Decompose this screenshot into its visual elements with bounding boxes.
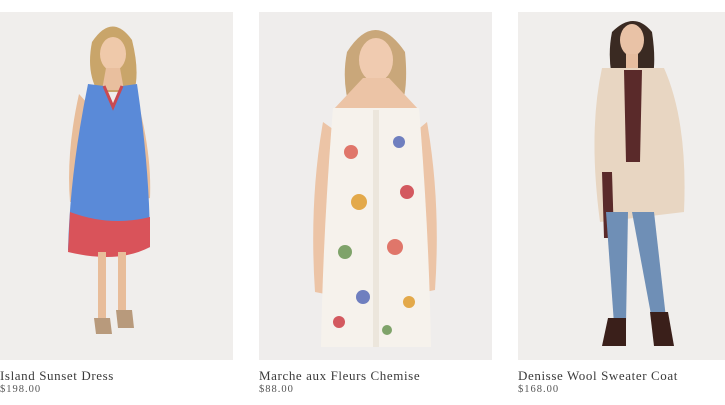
- product-image[interactable]: [518, 12, 725, 360]
- product-grid: Island Sunset Dress $198.00 Marche aux F…: [0, 0, 725, 405]
- product-card-island-sunset-dress[interactable]: Island Sunset Dress $198.00: [0, 12, 233, 396]
- product-image[interactable]: [0, 12, 233, 360]
- product-name[interactable]: Island Sunset Dress: [0, 369, 233, 383]
- product-name[interactable]: Denisse Wool Sweater Coat: [518, 369, 725, 383]
- product-price: $88.00: [259, 384, 294, 395]
- product-card-denisse-wool-sweater-coat[interactable]: Denisse Wool Sweater Coat $168.00: [518, 12, 725, 396]
- model-in-blue-red-dress-image: [0, 12, 233, 360]
- product-price: $168.00: [518, 384, 560, 395]
- product-card-marche-aux-fleurs-chemise[interactable]: Marche aux Fleurs Chemise $88.00: [259, 12, 492, 396]
- model-in-beige-sweater-coat-image: [518, 12, 725, 360]
- product-image[interactable]: [259, 12, 492, 360]
- model-in-floral-chemise-image: [259, 12, 492, 360]
- product-price: $198.00: [0, 384, 42, 395]
- product-name[interactable]: Marche aux Fleurs Chemise: [259, 369, 492, 383]
